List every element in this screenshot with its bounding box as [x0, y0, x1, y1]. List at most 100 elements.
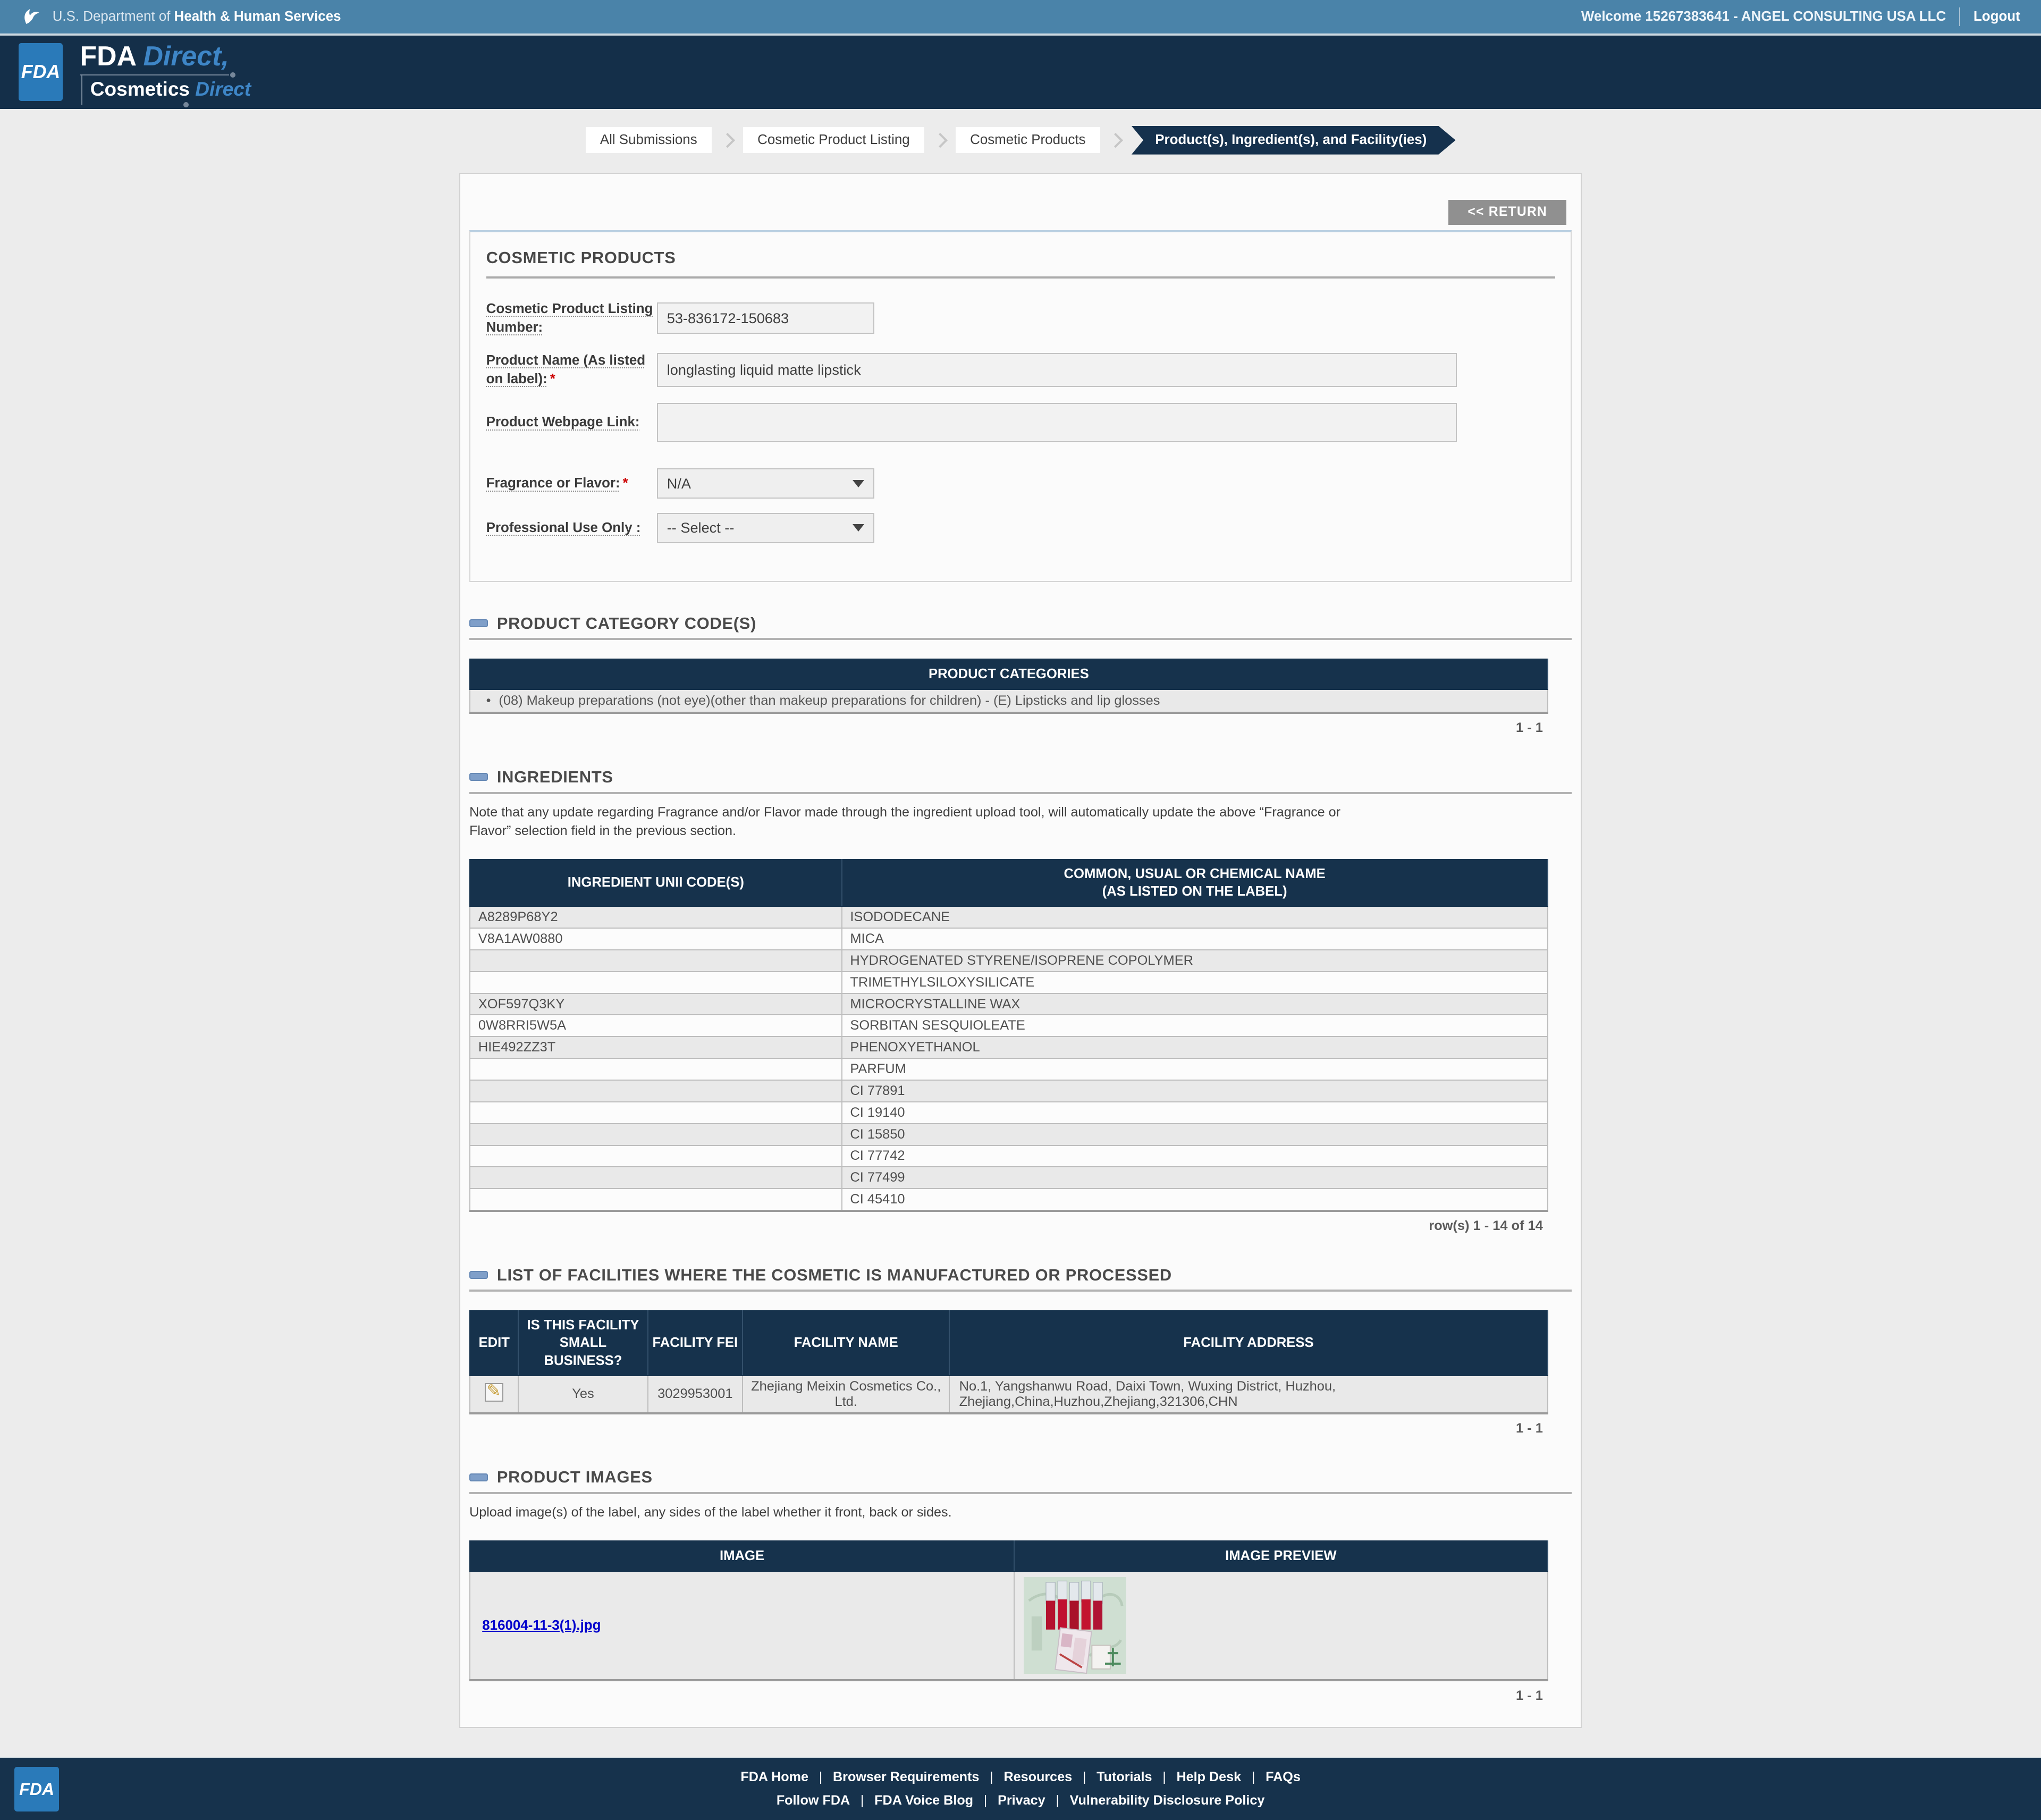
breadcrumb-all-submissions[interactable]: All Submissions [586, 127, 712, 153]
brand-band: FDA FDA Direct, Cosmetics Direct [0, 36, 2041, 109]
facility-fei-header: FACILITY FEI [648, 1311, 743, 1376]
product-images-title: PRODUCT IMAGES [497, 1468, 653, 1487]
footer: FDA FDA Home Browser Requirements Resour… [0, 1757, 2041, 1819]
section-rule [469, 1290, 1572, 1292]
app-title-block: FDA Direct, Cosmetics Direct [80, 40, 251, 105]
webpage-link-field-row: Product Webpage Link: [486, 403, 1555, 442]
form-heading: COSMETIC PRODUCTS [486, 248, 1555, 267]
product-categories-table: PRODUCT CATEGORIES • (08) Makeup preparat… [469, 659, 1548, 714]
table-row: XOF597Q3KYMICROCRYSTALLINE WAX [470, 993, 1548, 1015]
dept-label: U.S. Department of Health & Human Servic… [53, 9, 341, 24]
gov-topbar: U.S. Department of Health & Human Servic… [0, 0, 2041, 36]
chevron-down-icon [853, 480, 864, 487]
table-row: 0W8RRI5W5ASORBITAN SESQUIOLEATE [470, 1015, 1548, 1037]
footer-link-fda-home[interactable]: FDA Home [740, 1770, 833, 1785]
professional-use-label: Professional Use Only : [486, 519, 657, 537]
professional-use-select[interactable]: -- Select -- [657, 513, 875, 543]
section-rule [469, 1492, 1572, 1494]
footer-link-privacy[interactable]: Privacy [998, 1793, 1070, 1808]
chemical-name-header: COMMON, USUAL OR CHEMICAL NAME (AS LISTE… [842, 860, 1548, 906]
return-button[interactable]: << RETURN [1448, 200, 1566, 225]
chevron-down-icon [853, 524, 864, 532]
collapse-section-icon[interactable] [469, 619, 488, 627]
section-rule [469, 638, 1572, 640]
required-asterisk: * [550, 372, 555, 386]
edit-facility-button[interactable]: ✎ [485, 1383, 503, 1402]
professional-use-field-row: Professional Use Only : -- Select -- [486, 513, 1555, 543]
collapse-section-icon[interactable] [469, 1473, 488, 1481]
table-row: PARFUM [470, 1058, 1548, 1080]
app-subtitle: Cosmetics Direct [81, 75, 251, 105]
ingredients-title: INGREDIENTS [497, 768, 613, 787]
category-item: (08) Makeup preparations (not eye)(other… [499, 693, 1160, 708]
welcome-text: Welcome 15267383641 - ANGEL CONSULTING U… [1581, 9, 1946, 24]
fragrance-select[interactable]: N/A [657, 468, 875, 499]
footer-link-resources[interactable]: Resources [1003, 1770, 1097, 1785]
footer-link-vulnerability-disclosure[interactable]: Vulnerability Disclosure Policy [1070, 1793, 1265, 1808]
table-row: CI 77499 [470, 1167, 1548, 1189]
footer-link-help-desk[interactable]: Help Desk [1176, 1770, 1266, 1785]
ingredients-table: INGREDIENT UNII CODE(S) COMMON, USUAL OR… [469, 859, 1548, 1212]
facility-name-header: FACILITY NAME [743, 1311, 949, 1376]
small-business-header: IS THIS FACILITY SMALL BUSINESS? [518, 1311, 647, 1376]
table-row: V8A1AW0880MICA [470, 928, 1548, 950]
table-row: CI 77891 [470, 1080, 1548, 1102]
image-preview-thumbnail [1024, 1577, 1126, 1674]
main-panel: << RETURN COSMETIC PRODUCTS Cosmetic Pro… [459, 173, 1582, 1728]
bullet-icon: • [486, 693, 491, 709]
webpage-link-label: Product Webpage Link: [486, 413, 657, 432]
chevron-right-icon [720, 133, 735, 148]
ingredients-section: INGREDIENTS Note that any update regardi… [469, 768, 1572, 1234]
product-name-label: Product Name (As listed on label):* [486, 351, 657, 389]
listing-number-input[interactable] [657, 302, 875, 334]
footer-link-follow-fda[interactable]: Follow FDA [777, 1793, 874, 1808]
breadcrumb: All Submissions Cosmetic Product Listing… [0, 109, 2041, 155]
cosmetic-products-form: COSMETIC PRODUCTS Cosmetic Product Listi… [469, 230, 1572, 582]
breadcrumb-cosmetic-product-listing[interactable]: Cosmetic Product Listing [743, 127, 924, 153]
facility-name-value: Zhejiang Meixin Cosmetics Co., Ltd. [743, 1376, 949, 1413]
facility-address-value: No.1, Yangshanwu Road, Daixi Town, Wuxin… [949, 1376, 1547, 1413]
table-row: A8289P68Y2ISODODECANE [470, 906, 1548, 928]
listing-number-field-row: Cosmetic Product Listing Number: [486, 300, 1555, 337]
ingredients-pagination: row(s) 1 - 14 of 14 [469, 1218, 1543, 1234]
breadcrumb-current-page[interactable]: Product(s), Ingredient(s), and Facility(… [1132, 126, 1456, 155]
collapse-section-icon[interactable] [469, 1271, 488, 1279]
fragrance-label: Fragrance or Flavor:* [486, 474, 657, 493]
category-codes-section: PRODUCT CATEGORY CODE(S) PRODUCT CATEGOR… [469, 614, 1572, 736]
fda-footer-logo: FDA [14, 1767, 59, 1811]
product-images-table: IMAGE IMAGE PREVIEW 816004-11-3(1).jpg [469, 1540, 1548, 1681]
collapse-section-icon[interactable] [469, 773, 488, 781]
app-title: FDA Direct, [80, 40, 229, 75]
image-file-link[interactable]: 816004-11-3(1).jpg [482, 1618, 601, 1633]
product-name-field-row: Product Name (As listed on label):* [486, 351, 1555, 389]
facilities-title: LIST OF FACILITIES WHERE THE COSMETIC IS… [497, 1266, 1172, 1285]
facilities-section: LIST OF FACILITIES WHERE THE COSMETIC IS… [469, 1266, 1572, 1436]
categories-header: PRODUCT CATEGORIES [470, 659, 1548, 689]
table-row: 816004-11-3(1).jpg [470, 1571, 1548, 1680]
table-row: CI 19140 [470, 1102, 1548, 1124]
table-row: HYDROGENATED STYRENE/ISOPRENE COPOLYMER [470, 950, 1548, 972]
table-row: • (08) Makeup preparations (not eye)(othe… [470, 689, 1548, 713]
fda-logo[interactable]: FDA [19, 43, 63, 101]
footer-links-row1: FDA Home Browser Requirements Resources … [740, 1770, 1301, 1785]
logout-link[interactable]: Logout [1973, 9, 2020, 24]
ingredients-note: Note that any update regarding Fragrance… [469, 803, 1361, 840]
webpage-link-input[interactable] [657, 403, 1457, 442]
categories-pagination: 1 - 1 [469, 720, 1543, 736]
footer-link-browser-requirements[interactable]: Browser Requirements [833, 1770, 1003, 1785]
edit-header: EDIT [470, 1311, 518, 1376]
facility-fei-value: 3029953001 [648, 1376, 743, 1413]
breadcrumb-cosmetic-products[interactable]: Cosmetic Products [956, 127, 1100, 153]
category-codes-title: PRODUCT CATEGORY CODE(S) [497, 614, 756, 633]
facility-address-header: FACILITY ADDRESS [949, 1311, 1547, 1376]
image-preview-header: IMAGE PREVIEW [1014, 1541, 1548, 1571]
footer-link-faqs[interactable]: FAQs [1266, 1770, 1301, 1785]
facilities-pagination: 1 - 1 [469, 1421, 1543, 1436]
footer-link-tutorials[interactable]: Tutorials [1097, 1770, 1176, 1785]
footer-link-fda-voice-blog[interactable]: FDA Voice Blog [874, 1793, 998, 1808]
product-images-section: PRODUCT IMAGES Upload image(s) of the la… [469, 1468, 1572, 1703]
table-row: CI 45410 [470, 1189, 1548, 1211]
chevron-right-icon [932, 133, 947, 148]
topbar-divider [1959, 7, 1960, 26]
product-name-input[interactable] [657, 353, 1457, 387]
